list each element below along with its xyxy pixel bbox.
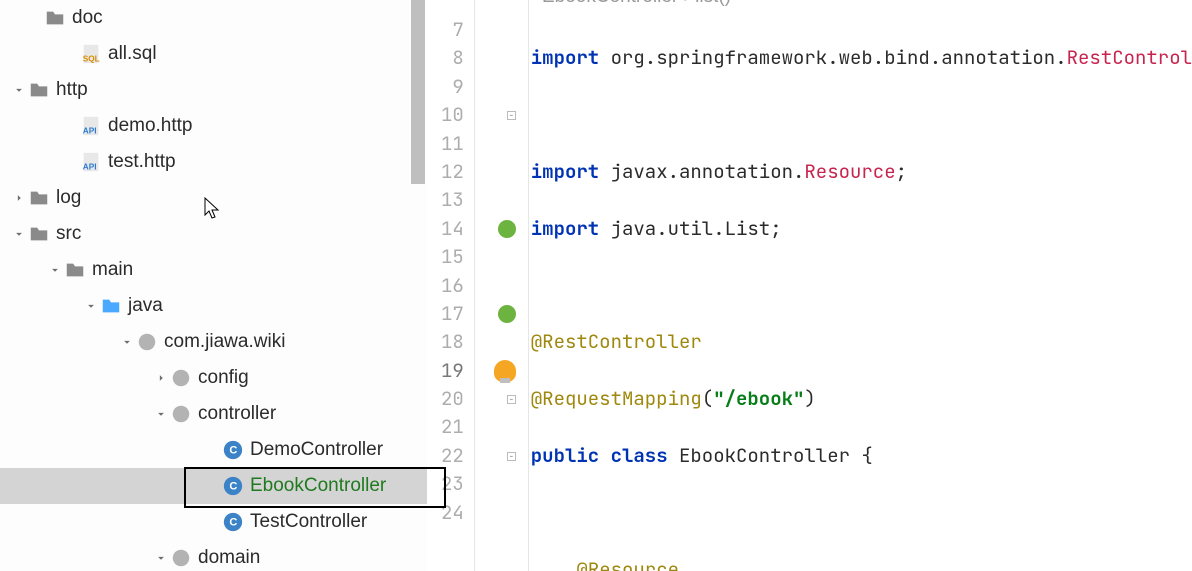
line-number[interactable]: 20 <box>427 385 474 413</box>
folder-icon <box>28 187 50 209</box>
tree-label: domain <box>198 547 260 569</box>
chevron-down-icon[interactable] <box>152 549 170 567</box>
line-number[interactable]: 7 <box>427 16 474 44</box>
tree-folder-src[interactable]: src <box>0 216 427 252</box>
api-file-icon: API <box>80 151 102 173</box>
tree-label: main <box>92 259 133 281</box>
line-number[interactable]: 15 <box>427 243 474 271</box>
tree-file-demo-http[interactable]: API demo.http <box>0 108 427 144</box>
svg-text:C: C <box>229 481 237 493</box>
line-number[interactable]: 16 <box>427 272 474 300</box>
folder-icon <box>64 259 86 281</box>
tree-file-test-http[interactable]: API test.http <box>0 144 427 180</box>
chevron-down-icon[interactable] <box>118 333 136 351</box>
line-number[interactable]: 21 <box>427 413 474 441</box>
tree-label: http <box>56 79 88 101</box>
line-number[interactable]: 23 <box>427 470 474 498</box>
chevron-right-icon[interactable] <box>10 189 28 207</box>
tree-label: com.jiawa.wiki <box>164 331 285 353</box>
package-icon <box>170 547 192 569</box>
fold-icon[interactable]: - <box>507 395 516 404</box>
tree-class-ebook-controller[interactable]: C EbookController <box>0 468 427 504</box>
tree-package-controller[interactable]: controller <box>0 396 427 432</box>
intention-bulb-icon[interactable] <box>494 360 516 382</box>
tree-label: test.http <box>108 151 176 173</box>
api-file-icon: API <box>80 115 102 137</box>
svg-text:API: API <box>83 126 97 135</box>
package-icon <box>170 403 192 425</box>
tree-label: TestController <box>250 511 367 533</box>
folder-icon <box>44 7 66 29</box>
tree-class-test-controller[interactable]: C TestController <box>0 504 427 540</box>
fold-icon[interactable]: - <box>507 452 516 461</box>
line-number[interactable]: 9 <box>427 73 474 101</box>
code-content[interactable]: import org.springframework.web.bind.anno… <box>529 0 1192 571</box>
spring-bean-icon[interactable] <box>498 220 516 238</box>
line-number[interactable]: 11 <box>427 130 474 158</box>
tree-class-demo-controller[interactable]: C DemoController <box>0 432 427 468</box>
line-number[interactable]: 8 <box>427 44 474 72</box>
gutter-icons: - - - <box>475 0 529 571</box>
project-tree[interactable]: doc SQL all.sql http API demo.http API t… <box>0 0 427 571</box>
svg-text:SQL: SQL <box>83 54 100 63</box>
folder-icon <box>28 223 50 245</box>
java-class-icon: C <box>222 439 244 461</box>
svg-text:API: API <box>83 162 97 171</box>
line-number[interactable]: 22 <box>427 442 474 470</box>
tree-folder-main[interactable]: main <box>0 252 427 288</box>
tree-package-domain[interactable]: domain <box>0 540 427 571</box>
chevron-right-icon[interactable] <box>152 369 170 387</box>
tree-label: demo.http <box>108 115 193 137</box>
tree-folder-java[interactable]: java <box>0 288 427 324</box>
chevron-down-icon[interactable] <box>46 261 64 279</box>
tree-package[interactable]: com.jiawa.wiki <box>0 324 427 360</box>
svg-text:C: C <box>229 445 237 457</box>
tree-folder-http[interactable]: http <box>0 72 427 108</box>
line-number[interactable]: 17 <box>427 300 474 328</box>
tree-label: doc <box>72 7 103 29</box>
tree-label: EbookController <box>250 475 386 497</box>
tree-label: DemoController <box>250 439 383 461</box>
folder-icon <box>28 79 50 101</box>
line-number[interactable]: 24 <box>427 499 474 527</box>
tree-file-all-sql[interactable]: SQL all.sql <box>0 36 427 72</box>
tree-label: controller <box>198 403 276 425</box>
line-number[interactable]: 12 <box>427 158 474 186</box>
code-editor[interactable]: EbookController › list() 7 8 9 10 11 12 … <box>427 0 1192 571</box>
tree-folder-log[interactable]: log <box>0 180 427 216</box>
package-icon <box>136 331 158 353</box>
line-number[interactable]: 10 <box>427 101 474 129</box>
tree-label: config <box>198 367 249 389</box>
line-number[interactable]: 19 <box>427 357 474 385</box>
line-number[interactable]: 13 <box>427 186 474 214</box>
fold-icon[interactable]: - <box>507 111 516 120</box>
package-icon <box>170 367 192 389</box>
line-number[interactable]: 18 <box>427 328 474 356</box>
source-folder-icon <box>100 295 122 317</box>
chevron-down-icon[interactable] <box>10 225 28 243</box>
chevron-down-icon[interactable] <box>152 405 170 423</box>
tree-label: all.sql <box>108 43 157 65</box>
sql-file-icon: SQL <box>80 43 102 65</box>
java-class-icon: C <box>222 475 244 497</box>
line-number[interactable]: 14 <box>427 215 474 243</box>
java-class-icon: C <box>222 511 244 533</box>
tree-package-config[interactable]: config <box>0 360 427 396</box>
spring-bean-icon[interactable] <box>498 305 516 323</box>
tree-label: src <box>56 223 81 245</box>
tree-label: log <box>56 187 81 209</box>
chevron-down-icon[interactable] <box>10 81 28 99</box>
tree-label: java <box>128 295 163 317</box>
line-number-gutter[interactable]: 7 8 9 10 11 12 13 14 15 16 17 18 19 20 2… <box>427 0 475 571</box>
svg-text:C: C <box>229 517 237 529</box>
tree-folder-doc[interactable]: doc <box>0 0 427 36</box>
chevron-down-icon[interactable] <box>82 297 100 315</box>
